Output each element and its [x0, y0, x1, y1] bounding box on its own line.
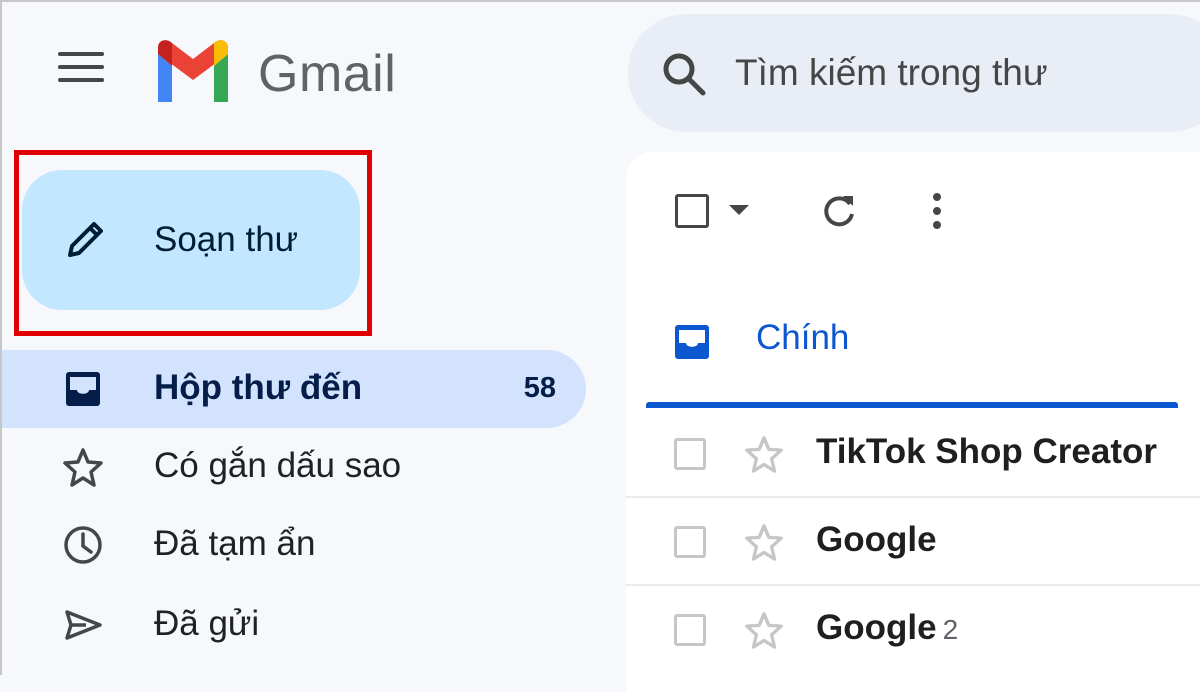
inbox-icon: [66, 372, 100, 406]
email-row[interactable]: TikTok Shop Creator: [626, 410, 1200, 498]
main-menu-button[interactable]: [58, 52, 110, 92]
tab-primary[interactable]: Chính: [646, 290, 1178, 408]
search-icon[interactable]: [660, 50, 708, 98]
more-vertical-icon[interactable]: [920, 190, 954, 232]
sidebar-item-label: Đã gửi: [154, 604, 260, 643]
email-checkbox[interactable]: [674, 526, 706, 558]
email-row[interactable]: Google: [626, 498, 1200, 586]
unread-count: 58: [523, 372, 556, 404]
star-icon: [63, 448, 103, 487]
email-sender: TikTok Shop Creator: [816, 432, 1157, 471]
email-checkbox[interactable]: [674, 614, 706, 646]
select-all-checkbox[interactable]: [675, 194, 709, 228]
email-row[interactable]: Google 2: [626, 586, 1200, 674]
sidebar-item-starred[interactable]: Có gắn dấu sao: [0, 428, 586, 506]
tab-label: Chính: [756, 318, 850, 357]
inbox-icon: [675, 325, 709, 359]
sidebar-item-label: Có gắn dấu sao: [154, 446, 402, 485]
email-sender: Google: [816, 520, 937, 559]
star-icon[interactable]: [744, 610, 784, 650]
send-icon: [65, 610, 102, 640]
menu-line: [58, 78, 104, 82]
clock-icon: [64, 526, 102, 564]
email-checkbox[interactable]: [674, 438, 706, 470]
star-icon[interactable]: [744, 522, 784, 562]
refresh-icon[interactable]: [818, 190, 860, 232]
compose-highlight-box: [14, 150, 372, 336]
sidebar-item-inbox[interactable]: Hộp thư đến 58: [0, 350, 586, 428]
sidebar-item-sent[interactable]: Đã gửi: [0, 586, 586, 664]
gmail-logo-icon[interactable]: [152, 40, 234, 106]
sidebar-item-snoozed[interactable]: Đã tạm ẩn: [0, 506, 586, 584]
thread-count: 2: [942, 614, 959, 645]
email-sender: Google 2: [816, 608, 959, 647]
chevron-down-icon[interactable]: [727, 200, 751, 220]
sidebar-item-label: Đã tạm ẩn: [154, 524, 316, 563]
menu-line: [58, 52, 104, 56]
search-input[interactable]: [735, 48, 1155, 98]
sidebar-item-label: Hộp thư đến: [154, 368, 363, 407]
star-icon[interactable]: [744, 434, 784, 474]
active-tab-indicator: [646, 402, 1178, 408]
gmail-wordmark: Gmail: [258, 45, 397, 103]
menu-line: [58, 65, 104, 69]
